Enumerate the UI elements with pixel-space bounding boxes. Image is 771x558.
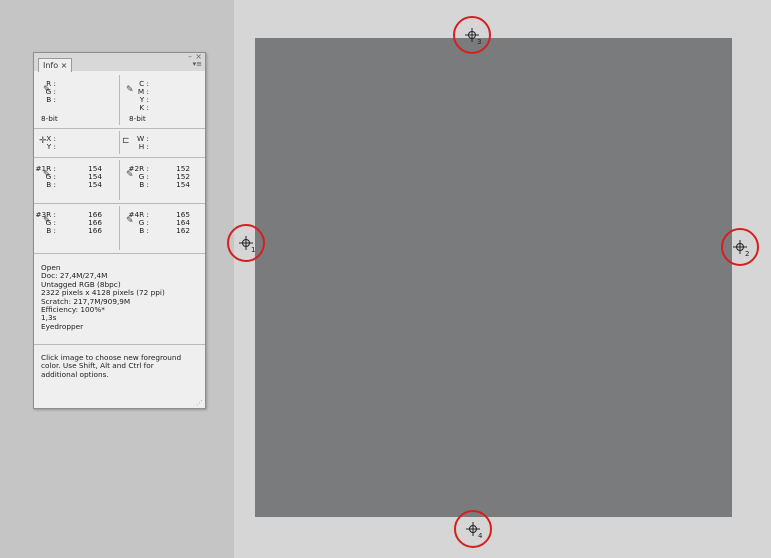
document-status: Open Doc: 27,4M/27,4M Untagged RGB (8bpc…: [41, 263, 165, 331]
crosshair-icon: [466, 522, 480, 536]
status-line: Eyedropper: [41, 321, 84, 331]
crosshair-icon: [733, 240, 747, 254]
divider: [119, 160, 120, 200]
height-label: H :: [138, 142, 149, 151]
tool-hint: Click image to choose new foreground col…: [41, 353, 181, 379]
resize-grip-icon[interactable]: ⋰: [196, 399, 203, 407]
divider: [34, 344, 205, 345]
divider: [119, 75, 120, 125]
sampler-4-blue-value: 162: [176, 226, 190, 235]
crosshair-icon: [465, 28, 479, 42]
position-section: ✛ X : Y : ⊏ W : H :: [34, 128, 205, 158]
blue-label: B :: [46, 95, 56, 104]
sampler-number: 2: [745, 250, 750, 258]
color-sampler-1[interactable]: 1: [227, 224, 265, 262]
color-sampler-3[interactable]: 3: [453, 16, 491, 54]
sampler-number: 4: [478, 532, 483, 540]
sampler-1-blue-value: 154: [88, 180, 102, 189]
sampler-1-blue-label: B :: [46, 180, 56, 189]
color-readout-section: R : ✎ G : B : 8-bit C : ✎ M : Y : K : 8-…: [34, 71, 205, 129]
sampler-number: 3: [477, 38, 482, 46]
samplers-1-2-section: #1R : ✎ G : B : 154 154 154 #2R : ✎ G : …: [34, 157, 205, 204]
sampler-3-blue-label: B :: [46, 226, 56, 235]
sampler-4-blue-label: B :: [139, 226, 149, 235]
samplers-3-4-section: #3R : ✎ G : B : 166 166 166 #4R : ✎ G : …: [34, 203, 205, 254]
sampler-number: 1: [251, 246, 256, 254]
color-sampler-2[interactable]: 2: [721, 228, 759, 266]
divider: [119, 131, 120, 154]
panel-header: Info × – × ▾≡: [34, 52, 205, 72]
gray-card-image[interactable]: [255, 38, 732, 517]
sampler-2-blue-value: 154: [176, 180, 190, 189]
sampler-3-blue-value: 166: [88, 226, 102, 235]
crosshair-icon: [239, 236, 253, 250]
black-label: K :: [139, 103, 149, 112]
tab-info[interactable]: Info ×: [38, 58, 73, 72]
panel-menu-button[interactable]: ▾≡: [193, 60, 202, 68]
sampler-2-blue-label: B :: [139, 180, 149, 189]
hint-line: additional options.: [41, 369, 109, 379]
divider: [119, 206, 120, 250]
minimize-button[interactable]: –: [188, 52, 192, 61]
info-panel: Info × – × ▾≡ R : ✎ G : B : 8-bit C : ✎ …: [33, 52, 206, 409]
color-sampler-4[interactable]: 4: [454, 510, 492, 548]
y-label: Y :: [46, 142, 56, 151]
status-line: Efficiency: 100%*: [41, 305, 105, 315]
bit-depth-right: 8-bit: [129, 114, 146, 123]
bit-depth-left: 8-bit: [41, 114, 58, 123]
